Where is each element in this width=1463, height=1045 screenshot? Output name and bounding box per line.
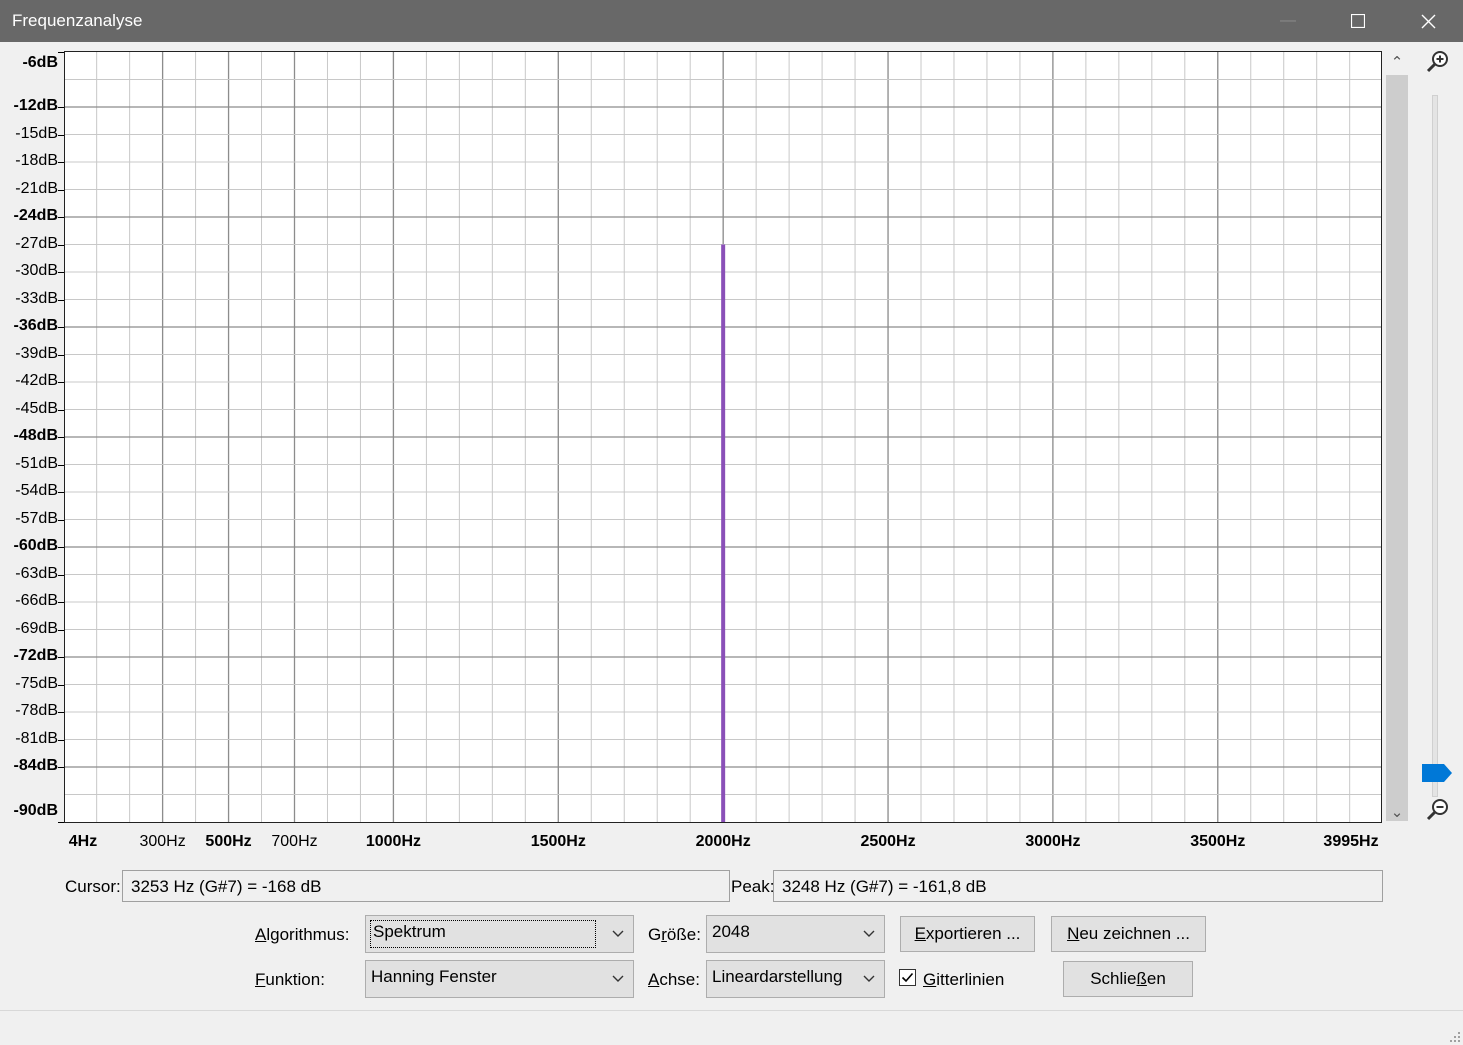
window-title: Frequenzanalyse [12, 11, 143, 30]
algorithm-select[interactable]: Spektrum [365, 915, 634, 953]
function-label: Funktion: [255, 970, 325, 989]
y-tick-label: -24dB [13, 207, 58, 224]
gridlines-label[interactable]: Gitterlinien [923, 970, 1004, 990]
title-bar: Frequenzanalyse — [0, 0, 1463, 42]
vertical-scrollbar[interactable]: ⌃ ⌄ [1386, 51, 1408, 826]
x-tick-label: 700Hz [271, 833, 318, 850]
y-tick-label: -81dB [15, 729, 58, 747]
y-tick-label: -78dB [15, 702, 58, 719]
y-tick-label: -75dB [15, 674, 58, 692]
x-tick-label: 500Hz [205, 833, 252, 850]
zoom-slider-track[interactable] [1432, 95, 1438, 797]
function-select[interactable]: Hanning Fenster [365, 960, 634, 998]
y-tick-label: -63dB [15, 564, 58, 582]
chevron-down-icon [612, 975, 624, 982]
chevron-down-icon [863, 975, 875, 982]
y-tick-label: -12dB [13, 97, 58, 114]
y-tick-label: -72dB [13, 647, 58, 664]
maximize-button[interactable] [1323, 0, 1393, 42]
status-bar [0, 1010, 1463, 1045]
resize-grip-icon[interactable] [1449, 1031, 1461, 1043]
maximize-icon [1351, 14, 1365, 28]
cursor-readout: 3253 Hz (G#7) = -168 dB [122, 870, 730, 902]
scrollbar-thumb[interactable] [1386, 75, 1408, 821]
gridlines-checkbox[interactable] [899, 969, 916, 986]
y-tick-label: -36dB [13, 317, 58, 334]
x-tick-label: 3995Hz [1323, 833, 1379, 850]
x-tick-label: 1000Hz [365, 833, 421, 850]
algorithm-label: Algorithmus: [255, 925, 350, 944]
y-tick-label: -39dB [15, 344, 58, 362]
y-tick-label: -48dB [13, 427, 58, 444]
spectrum-plot-svg [65, 52, 1381, 822]
close-button[interactable]: Schließen [1063, 961, 1193, 997]
axis-value: Lineardarstellung [712, 967, 843, 986]
y-tick-label: -45dB [15, 399, 58, 417]
y-tick-label: -21dB [15, 179, 58, 197]
size-value: 2048 [712, 922, 750, 941]
close-window-button[interactable] [1393, 0, 1463, 42]
algorithm-value: Spektrum [370, 920, 596, 948]
checkmark-icon [901, 972, 914, 983]
y-tick-label: -33dB [15, 289, 58, 307]
y-tick-label: -6dB [22, 54, 58, 71]
cursor-label: Cursor: [65, 877, 121, 896]
y-tick-label: -30dB [15, 262, 58, 279]
minimize-icon: — [1280, 12, 1296, 29]
function-value: Hanning Fenster [371, 967, 497, 986]
zoom-slider-thumb[interactable] [1422, 764, 1452, 782]
y-tick-label: -18dB [15, 152, 58, 169]
y-tick-label: -15dB [15, 124, 58, 142]
scroll-up-icon[interactable]: ⌃ [1386, 53, 1408, 73]
scroll-down-icon[interactable]: ⌄ [1386, 803, 1408, 823]
x-tick-label: 3500Hz [1190, 833, 1246, 850]
axis-select[interactable]: Lineardarstellung [706, 960, 885, 998]
x-tick-label: 2000Hz [695, 833, 751, 850]
y-tick-label: -66dB [15, 592, 58, 609]
y-tick-label: -60dB [13, 537, 58, 554]
axis-label: Achse: [648, 970, 700, 989]
spectrum-plot[interactable] [64, 51, 1382, 823]
y-tick-label: -57dB [15, 509, 58, 527]
y-tick-label: -27dB [15, 234, 58, 252]
x-tick-label: 3000Hz [1025, 833, 1081, 850]
close-icon [1421, 14, 1435, 28]
y-tick-label: -84dB [13, 757, 58, 774]
y-tick-label: -42dB [15, 372, 58, 389]
y-tick-label: -54dB [15, 482, 58, 499]
y-tick-label: -90dB [13, 802, 58, 819]
export-button[interactable]: Exportieren ... [900, 916, 1035, 952]
size-label: Größe: [648, 925, 701, 944]
zoom-in-icon[interactable] [1424, 48, 1452, 76]
chevron-down-icon [612, 930, 624, 937]
x-tick-label: 1500Hz [530, 833, 586, 850]
y-tick-label: -51dB [15, 454, 58, 472]
peak-readout: 3248 Hz (G#7) = -161,8 dB [773, 870, 1383, 902]
zoom-out-icon[interactable] [1424, 796, 1452, 824]
redraw-button[interactable]: Neu zeichnen ... [1051, 916, 1206, 952]
size-select[interactable]: 2048 [706, 915, 885, 953]
x-tick-label: 300Hz [139, 833, 186, 850]
x-tick-label: 4Hz [68, 833, 98, 850]
peak-label: Peak: [731, 877, 775, 896]
x-tick-label: 2500Hz [860, 833, 916, 850]
y-tick-label: -69dB [15, 619, 58, 637]
minimize-button[interactable]: — [1253, 0, 1323, 42]
chevron-down-icon [863, 930, 875, 937]
